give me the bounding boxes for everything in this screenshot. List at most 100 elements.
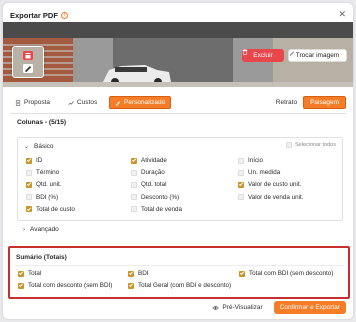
tab-personalizado[interactable]: Personalizado: [109, 96, 172, 109]
column-option[interactable]: Un. medida: [238, 169, 280, 176]
column-checkbox[interactable]: [26, 157, 32, 164]
column-option[interactable]: Início: [238, 157, 263, 164]
info-icon[interactable]: !: [60, 11, 68, 19]
cover-thumbnail[interactable]: [12, 46, 44, 78]
column-checkbox[interactable]: [26, 181, 32, 188]
column-label: Início: [248, 157, 264, 164]
column-checkbox[interactable]: [131, 157, 137, 164]
column-option[interactable]: Término: [26, 169, 59, 176]
column-label: ID: [36, 157, 43, 164]
trend-icon: [68, 100, 74, 105]
summary-checkbox[interactable]: [18, 282, 24, 289]
select-all-label: Selecionar todos: [295, 142, 336, 148]
column-label: Duração: [141, 169, 165, 177]
summary-option[interactable]: BDI: [128, 270, 149, 277]
column-option[interactable]: Duração: [131, 169, 165, 176]
close-icon[interactable]: ✕: [338, 9, 346, 20]
modal-title: Exportar PDF: [10, 10, 58, 20]
replace-image-button[interactable]: Trocar imagem: [288, 49, 347, 62]
column-option[interactable]: Atividade: [131, 157, 167, 164]
column-checkbox[interactable]: [131, 169, 137, 176]
column-checkbox[interactable]: [238, 157, 244, 164]
column-option[interactable]: Valor de custo unit.: [238, 181, 301, 188]
orientation-toggle: Retrato Paisagem: [269, 96, 346, 109]
summary-section: Sumário (Totais) Total BDI Total com BDI (…: [8, 246, 350, 299]
summary-option[interactable]: Total com BDI (sem desconto): [239, 270, 333, 277]
tab-custos-label: Custos: [77, 99, 98, 106]
summary-title: Sumário (Totais): [16, 254, 67, 261]
column-label: Total de custo: [36, 205, 75, 213]
summary-label: Total: [28, 270, 42, 277]
column-label: Total de venda: [141, 205, 182, 213]
column-label: Valor de custo unit.: [248, 181, 302, 189]
column-label: Qtd. unit.: [36, 181, 62, 189]
trash-icon: [242, 49, 248, 55]
summary-option[interactable]: Total com desconto (sem BDI): [18, 282, 112, 289]
cover-image: Excluir Trocar imagem: [3, 22, 353, 87]
tab-custos[interactable]: Custos: [63, 96, 102, 109]
chevron-right-icon: ›: [23, 226, 25, 233]
columns-title: Colunas - (5/15): [17, 119, 67, 126]
replace-image-label: Trocar imagem: [295, 52, 340, 59]
tabs-row: Proposta Custos Personalizado Retrato Pa…: [10, 96, 346, 110]
column-label: Valor de venda unit.: [248, 193, 304, 201]
tab-proposta-label: Proposta: [24, 99, 51, 106]
column-checkbox[interactable]: [131, 206, 137, 213]
column-label: Atividade: [141, 157, 167, 164]
summary-checkbox[interactable]: [18, 270, 24, 277]
column-option[interactable]: Total de venda: [131, 206, 182, 213]
modal-footer: Pré-Visualizar Confirmar e Exportar: [208, 301, 346, 314]
column-option[interactable]: Valor de venda unit.: [238, 194, 304, 201]
column-option[interactable]: Qtd. total: [131, 181, 167, 188]
column-checkbox[interactable]: [238, 181, 244, 188]
column-checkbox[interactable]: [131, 194, 137, 201]
delete-image-button[interactable]: Excluir: [242, 49, 284, 62]
summary-divider: [14, 265, 344, 266]
basic-section-toggle[interactable]: ⌄ Básico: [24, 143, 54, 150]
delete-image-label: Excluir: [253, 52, 273, 59]
preview-label: Pré-Visualizar: [222, 304, 263, 311]
orientation-retrato[interactable]: Retrato: [269, 96, 304, 109]
confirm-export-button[interactable]: Confirmar e Exportar: [273, 301, 346, 314]
modal-header: Exportar PDF ! ✕: [10, 9, 346, 21]
document-icon: [15, 99, 21, 106]
column-option[interactable]: Total de custo: [26, 206, 75, 213]
column-label: Desconto (%): [141, 193, 180, 201]
pencil-icon: [289, 51, 295, 56]
column-label: Término: [36, 169, 60, 177]
summary-label: Total com BDI (sem desconto): [249, 270, 334, 277]
column-option[interactable]: Qtd. unit.: [26, 181, 62, 188]
basic-columns-section: ⌄ Básico Selecionar todos ID Atividade Iní…: [17, 137, 343, 221]
eye-icon: [212, 305, 220, 310]
column-option[interactable]: BDI (%): [26, 194, 58, 201]
column-label: Un. medida: [248, 169, 281, 177]
edit-icon: [115, 100, 121, 106]
column-option[interactable]: ID: [26, 157, 42, 164]
column-checkbox[interactable]: [238, 194, 244, 201]
summary-label: Total com desconto (sem BDI): [28, 282, 113, 289]
export-pdf-modal: Exportar PDF ! ✕ Excluir Trocar imagem P…: [3, 3, 353, 319]
preview-button[interactable]: Pré-Visualizar: [208, 301, 266, 314]
tab-proposta[interactable]: Proposta: [10, 96, 55, 109]
advanced-section-toggle[interactable]: › Avançado: [17, 223, 343, 236]
tab-personalizado-label: Personalizado: [124, 99, 166, 106]
column-checkbox[interactable]: [238, 169, 244, 176]
column-checkbox[interactable]: [26, 169, 32, 176]
summary-option[interactable]: Total: [18, 270, 41, 277]
column-checkbox[interactable]: [26, 206, 32, 213]
column-checkbox[interactable]: [26, 194, 32, 201]
summary-checkbox[interactable]: [128, 282, 134, 289]
column-checkbox[interactable]: [131, 181, 137, 188]
divider: [10, 113, 346, 114]
summary-label: BDI: [138, 270, 149, 277]
orientation-paisagem[interactable]: Paisagem: [303, 96, 346, 109]
summary-checkbox[interactable]: [128, 270, 134, 277]
summary-option[interactable]: Total Geral (com BDI e desconto): [128, 282, 231, 289]
column-label: Qtd. total: [141, 181, 167, 189]
column-option[interactable]: Desconto (%): [131, 194, 179, 201]
select-all-toggle[interactable]: Selecionar todos: [286, 142, 336, 148]
basic-section-label: Básico: [34, 143, 54, 150]
thumbnail-icon: [13, 47, 43, 77]
select-all-checkbox[interactable]: [286, 142, 293, 148]
summary-checkbox[interactable]: [239, 270, 245, 277]
